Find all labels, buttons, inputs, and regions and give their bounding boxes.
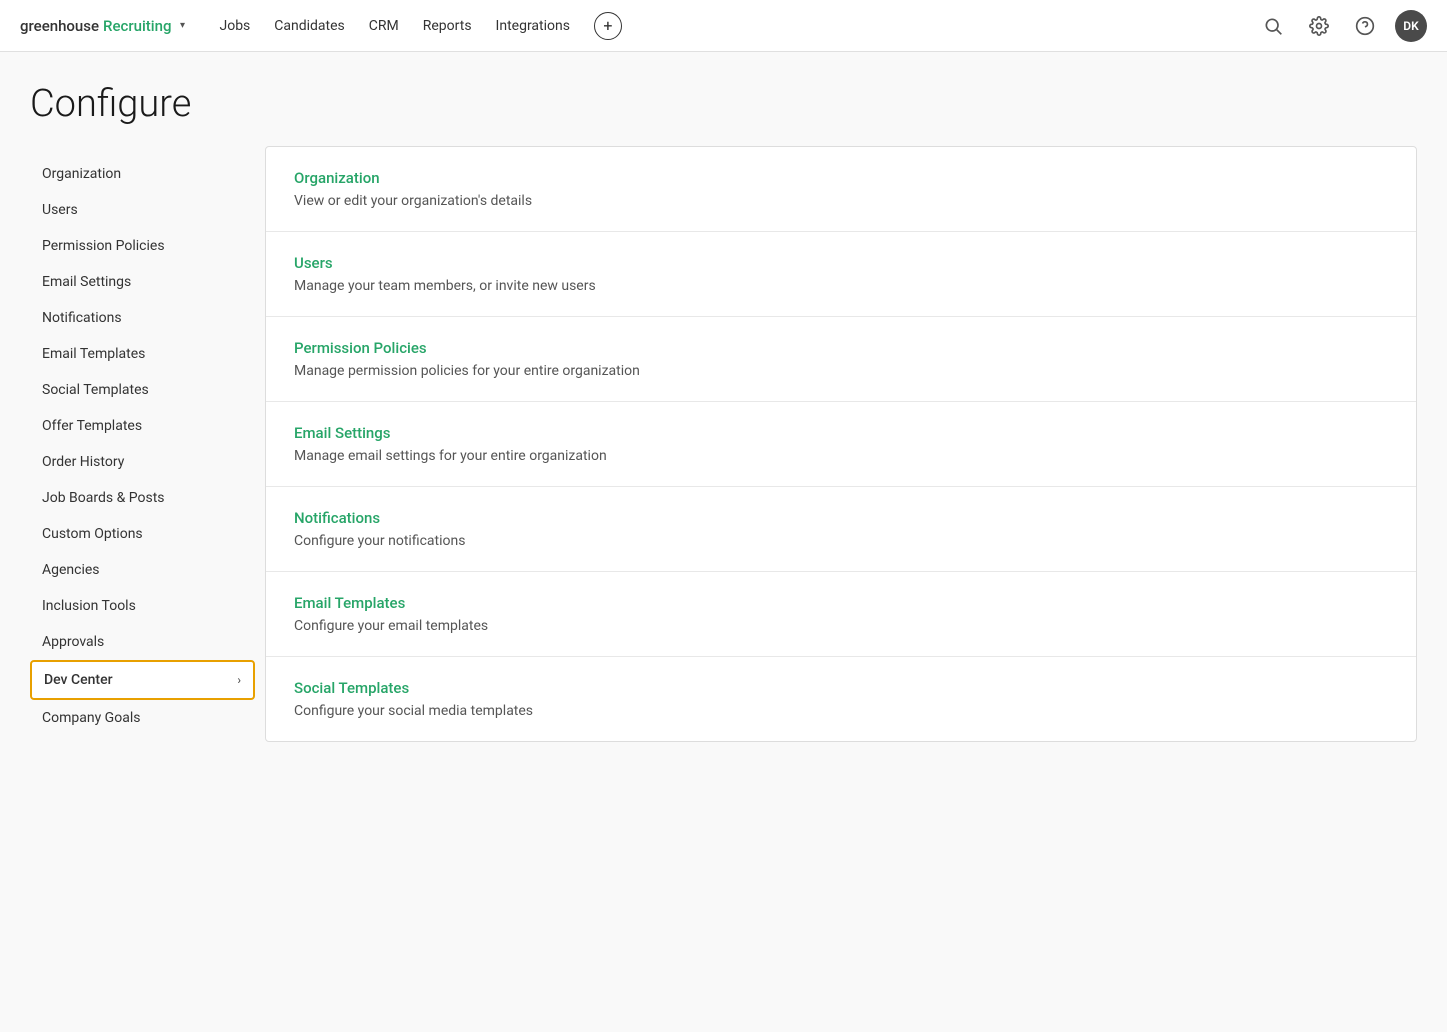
sidebar-item-order-history[interactable]: Order History — [30, 444, 255, 480]
top-navigation: greenhouse Recruiting ▾ Jobs Candidates … — [0, 0, 1447, 52]
nav-integrations-link[interactable]: Integrations — [496, 18, 570, 34]
sidebar-item-users[interactable]: Users — [30, 192, 255, 228]
sidebar-item-label-offer-templates: Offer Templates — [42, 418, 142, 434]
content-item-title-users[interactable]: Users — [294, 254, 1388, 272]
content-item-title-permission-policies[interactable]: Permission Policies — [294, 339, 1388, 357]
content-item-email-templates: Email Templates Configure your email temp… — [266, 572, 1416, 657]
sidebar-item-label-social-templates: Social Templates — [42, 382, 149, 398]
sidebar-item-label-job-boards-posts: Job Boards & Posts — [42, 490, 165, 506]
help-button[interactable] — [1349, 10, 1381, 42]
question-icon — [1355, 16, 1375, 36]
sidebar-item-label-email-settings: Email Settings — [42, 274, 131, 290]
sidebar-item-social-templates[interactable]: Social Templates — [30, 372, 255, 408]
sidebar-item-label-users: Users — [42, 202, 78, 218]
content-item-desc-permission-policies: Manage permission policies for your enti… — [294, 363, 1388, 379]
sidebar-item-label-email-templates: Email Templates — [42, 346, 145, 362]
content-item-desc-email-settings: Manage email settings for your entire or… — [294, 448, 1388, 464]
logo-greenhouse-text: greenhouse — [20, 17, 99, 35]
content-item-desc-notifications: Configure your notifications — [294, 533, 1388, 549]
page-header: Configure — [0, 52, 1447, 146]
content-item-title-organization[interactable]: Organization — [294, 169, 1388, 187]
nav-icons: DK — [1257, 10, 1427, 42]
sidebar-item-label-company-goals: Company Goals — [42, 710, 140, 726]
sidebar-item-label-agencies: Agencies — [42, 562, 100, 578]
sidebar-item-dev-center[interactable]: Dev Center › — [30, 660, 255, 700]
content-item-title-email-settings[interactable]: Email Settings — [294, 424, 1388, 442]
sidebar-item-notifications[interactable]: Notifications — [30, 300, 255, 336]
sidebar-item-label-inclusion-tools: Inclusion Tools — [42, 598, 136, 614]
content-item-desc-email-templates: Configure your email templates — [294, 618, 1388, 634]
content-item-organization: Organization View or edit your organizati… — [266, 147, 1416, 232]
nav-reports-link[interactable]: Reports — [423, 18, 472, 34]
user-avatar[interactable]: DK — [1395, 10, 1427, 42]
sidebar-item-approvals[interactable]: Approvals — [30, 624, 255, 660]
sidebar-item-agencies[interactable]: Agencies — [30, 552, 255, 588]
content-item-permission-policies: Permission Policies Manage permission pol… — [266, 317, 1416, 402]
sidebar-item-label-notifications: Notifications — [42, 310, 122, 326]
nav-jobs-link[interactable]: Jobs — [219, 18, 250, 34]
content-item-email-settings: Email Settings Manage email settings for … — [266, 402, 1416, 487]
sidebar-item-label-order-history: Order History — [42, 454, 124, 470]
nav-plus-button[interactable]: + — [594, 12, 622, 40]
sidebar-item-organization[interactable]: Organization — [30, 156, 255, 192]
content-item-desc-organization: View or edit your organization's details — [294, 193, 1388, 209]
sidebar-item-job-boards-posts[interactable]: Job Boards & Posts — [30, 480, 255, 516]
sidebar-item-custom-options[interactable]: Custom Options — [30, 516, 255, 552]
page-title: Configure — [30, 82, 1417, 126]
nav-candidates-link[interactable]: Candidates — [274, 18, 345, 34]
sidebar-item-label-approvals: Approvals — [42, 634, 104, 650]
search-icon — [1263, 16, 1283, 36]
logo-recruiting-text: Recruiting — [103, 17, 171, 35]
content-item-users: Users Manage your team members, or invite… — [266, 232, 1416, 317]
sidebar-item-offer-templates[interactable]: Offer Templates — [30, 408, 255, 444]
content-item-title-email-templates[interactable]: Email Templates — [294, 594, 1388, 612]
content-area: Organization View or edit your organizati… — [265, 146, 1417, 742]
content-item-desc-users: Manage your team members, or invite new … — [294, 278, 1388, 294]
sidebar-item-label-dev-center: Dev Center — [44, 672, 113, 688]
logo[interactable]: greenhouse Recruiting ▾ — [20, 17, 189, 35]
content-item-notifications: Notifications Configure your notification… — [266, 487, 1416, 572]
sidebar-item-inclusion-tools[interactable]: Inclusion Tools — [30, 588, 255, 624]
sidebar-item-email-templates[interactable]: Email Templates — [30, 336, 255, 372]
content-item-social-templates: Social Templates Configure your social me… — [266, 657, 1416, 741]
sidebar: Organization Users Permission Policies Emai… — [30, 146, 255, 742]
content-item-title-social-templates[interactable]: Social Templates — [294, 679, 1388, 697]
search-button[interactable] — [1257, 10, 1289, 42]
sidebar-item-email-settings[interactable]: Email Settings — [30, 264, 255, 300]
content-item-title-notifications[interactable]: Notifications — [294, 509, 1388, 527]
nav-crm-link[interactable]: CRM — [369, 18, 399, 34]
sidebar-item-label-permission-policies: Permission Policies — [42, 238, 165, 254]
sidebar-item-label-custom-options: Custom Options — [42, 526, 143, 542]
chevron-right-icon: › — [237, 673, 241, 687]
content-item-desc-social-templates: Configure your social media templates — [294, 703, 1388, 719]
gear-icon — [1309, 16, 1329, 36]
main-layout: Organization Users Permission Policies Emai… — [0, 146, 1447, 782]
sidebar-item-permission-policies[interactable]: Permission Policies — [30, 228, 255, 264]
settings-button[interactable] — [1303, 10, 1335, 42]
logo-chevron-down-icon[interactable]: ▾ — [175, 19, 189, 33]
sidebar-item-company-goals[interactable]: Company Goals — [30, 700, 255, 736]
sidebar-item-label-organization: Organization — [42, 166, 121, 182]
nav-links: Jobs Candidates CRM Reports Integrations… — [219, 12, 1257, 40]
